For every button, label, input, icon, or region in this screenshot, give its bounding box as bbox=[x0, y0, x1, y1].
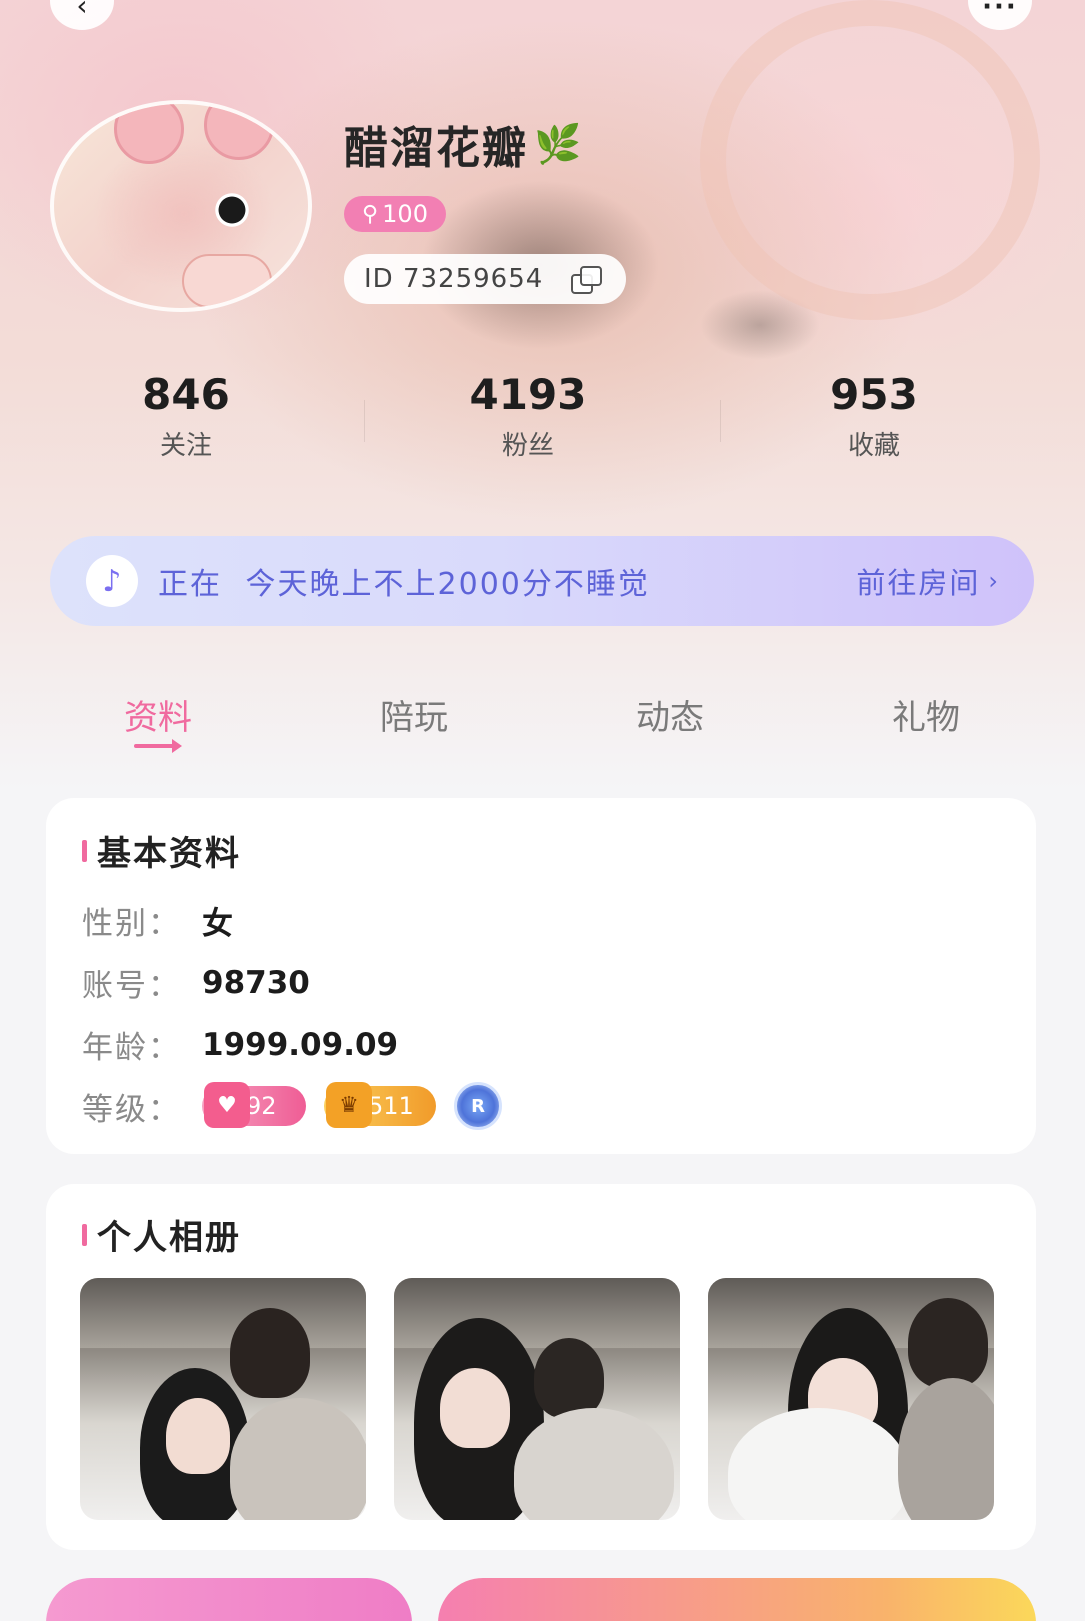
basic-info-title: 基本资料 bbox=[82, 826, 241, 875]
chat-button[interactable] bbox=[438, 1578, 1036, 1621]
info-key: 性别： bbox=[82, 906, 181, 942]
more-dots-icon: ··· bbox=[982, 0, 1018, 22]
avatar-art bbox=[114, 104, 184, 164]
wealth-level-value: 511 bbox=[368, 1092, 414, 1120]
info-key: 年龄： bbox=[82, 1030, 181, 1066]
photo-content bbox=[898, 1378, 994, 1520]
info-value: 女 bbox=[202, 906, 233, 942]
tab-moments[interactable]: 动态 bbox=[600, 690, 740, 739]
stat-label: 粉丝 bbox=[501, 431, 554, 461]
room-status: 正在 今天晚上不上2000分不睡觉 bbox=[158, 559, 856, 603]
user-id-text: ID 73259654 bbox=[364, 264, 544, 294]
stat-fans[interactable]: 4193 粉丝 bbox=[428, 370, 628, 462]
photo-content bbox=[908, 1298, 988, 1388]
go-to-room-label: 前往房间 bbox=[856, 566, 981, 600]
rank-medal-icon: R bbox=[454, 1082, 502, 1130]
chevron-right-icon: › bbox=[988, 567, 1000, 595]
leaf-icon: 🌿 bbox=[534, 121, 584, 166]
photo-content bbox=[230, 1398, 366, 1520]
profile-tabs: 资料 陪玩 动态 礼物 bbox=[0, 690, 1085, 750]
title-accent-bar bbox=[82, 839, 87, 862]
info-row-account: 账号： 98730 bbox=[82, 960, 310, 1005]
info-row-gender: 性别： 女 bbox=[82, 898, 233, 943]
stat-label: 收藏 bbox=[847, 431, 900, 461]
tab-gifts[interactable]: 礼物 bbox=[856, 690, 996, 739]
charm-level-value: 92 bbox=[246, 1092, 277, 1120]
music-note-icon: ♪ bbox=[86, 555, 138, 607]
chevron-left-icon: ‹ bbox=[76, 0, 88, 22]
album-title: 个人相册 bbox=[82, 1210, 241, 1259]
crown-icon: ♛ bbox=[326, 1082, 372, 1128]
stat-favorites[interactable]: 953 收藏 bbox=[774, 370, 974, 462]
album-photo-3[interactable] bbox=[708, 1278, 994, 1520]
avatar-art bbox=[204, 104, 274, 160]
album-title-text: 个人相册 bbox=[97, 1218, 241, 1258]
album-photo-1[interactable] bbox=[80, 1278, 366, 1520]
stat-value: 4193 bbox=[469, 370, 587, 419]
photo-content bbox=[534, 1338, 604, 1418]
stat-value: 953 bbox=[830, 370, 918, 419]
active-tab-indicator bbox=[134, 739, 182, 753]
stat-divider bbox=[720, 400, 721, 442]
user-level-badge: ⚲ 100 bbox=[344, 196, 446, 232]
photo-content bbox=[80, 1278, 366, 1348]
tab-companion[interactable]: 陪玩 bbox=[344, 690, 484, 739]
rank-medal-label: R bbox=[471, 1095, 485, 1117]
stat-following[interactable]: 846 关注 bbox=[86, 370, 286, 462]
avatar-art bbox=[182, 254, 272, 308]
follow-button[interactable] bbox=[46, 1578, 412, 1621]
current-room-bar[interactable]: ♪ 正在 今天晚上不上2000分不睡觉 前往房间 › bbox=[50, 536, 1034, 626]
room-title: 今天晚上不上2000分不睡觉 bbox=[245, 567, 650, 602]
avatar[interactable] bbox=[50, 100, 312, 312]
room-prefix: 正在 bbox=[158, 567, 222, 602]
photo-content bbox=[394, 1278, 680, 1348]
stat-divider bbox=[364, 400, 365, 442]
info-row-level: 等级： ♥ 92 ♛ 511 R bbox=[82, 1082, 502, 1130]
copy-icon[interactable] bbox=[571, 266, 603, 294]
title-accent-bar bbox=[82, 1223, 87, 1246]
profile-name: 醋溜花瓣 🌿 bbox=[344, 112, 583, 176]
info-value: 98730 bbox=[202, 964, 310, 1001]
charm-level-badge: ♥ 92 bbox=[202, 1082, 306, 1128]
photo-content bbox=[440, 1368, 510, 1448]
info-key: 等级： bbox=[82, 1091, 181, 1128]
stat-label: 关注 bbox=[159, 431, 212, 461]
stat-value: 846 bbox=[142, 370, 230, 419]
info-row-age: 年龄： 1999.09.09 bbox=[82, 1022, 398, 1067]
go-to-room-link[interactable]: 前往房间 › bbox=[856, 560, 1000, 602]
hero-decoration bbox=[700, 0, 1040, 320]
basic-info-title-text: 基本资料 bbox=[97, 834, 241, 874]
info-key: 账号： bbox=[82, 968, 181, 1004]
wealth-level-badge: ♛ 511 bbox=[324, 1082, 436, 1128]
profile-name-text: 醋溜花瓣 bbox=[344, 123, 528, 174]
tab-profile-info[interactable]: 资料 bbox=[88, 690, 228, 739]
photo-content bbox=[166, 1398, 230, 1474]
charm-level-icon: ♥ bbox=[204, 1082, 250, 1128]
info-value: 1999.09.09 bbox=[202, 1026, 399, 1063]
key-icon: ⚲ bbox=[362, 201, 379, 227]
user-level-value: 100 bbox=[382, 200, 428, 228]
basic-info-card: 基本资料 性别： 女 账号： 98730 年龄： 1999.09.09 等级： … bbox=[46, 798, 1036, 1154]
album-photo-2[interactable] bbox=[394, 1278, 680, 1520]
user-id-pill[interactable]: ID 73259654 bbox=[344, 254, 626, 304]
photo-content bbox=[230, 1308, 310, 1398]
